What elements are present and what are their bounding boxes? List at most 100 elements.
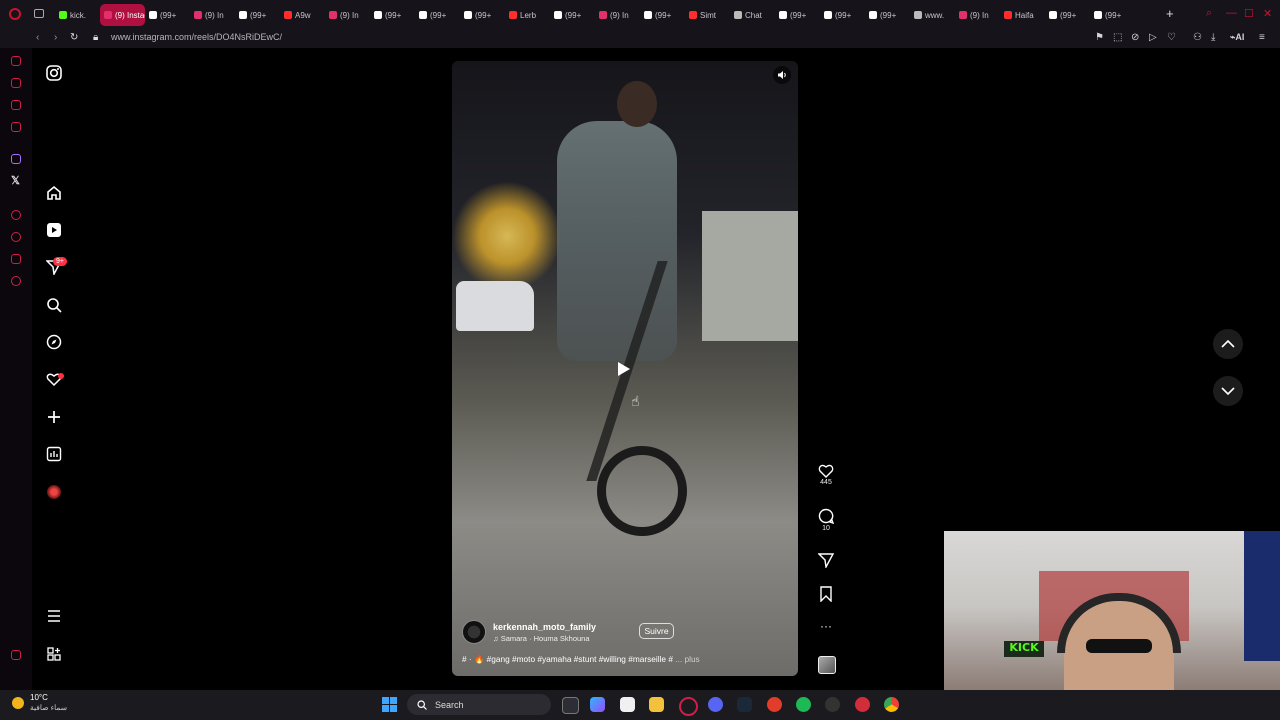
- tab-favicon-icon: [1094, 11, 1102, 19]
- kick-sign: KICK: [1004, 641, 1044, 657]
- browser-tab[interactable]: (99+: [370, 4, 415, 26]
- browser-tab[interactable]: Chat: [730, 4, 775, 26]
- browser-tab[interactable]: (9) In: [595, 4, 640, 26]
- close-icon[interactable]: ✕: [1263, 7, 1272, 20]
- adblock-icon[interactable]: ⊘: [1131, 32, 1139, 43]
- browser-tab[interactable]: (99+: [865, 4, 910, 26]
- author-avatar[interactable]: [462, 620, 486, 644]
- game-launcher-icon[interactable]: [855, 697, 870, 712]
- browser-tab[interactable]: (99+: [820, 4, 865, 26]
- caption-more-link[interactable]: ... plus: [675, 654, 699, 664]
- twitch-icon[interactable]: [11, 154, 21, 164]
- reload-icon[interactable]: ↻: [70, 32, 78, 43]
- taskbar-search[interactable]: Search: [407, 694, 551, 715]
- browser-tab[interactable]: (99+: [775, 4, 820, 26]
- menu-icon[interactable]: [45, 607, 63, 625]
- weather-widget[interactable]: 10°C سماء صافية: [12, 693, 67, 713]
- aria-icon[interactable]: [11, 56, 21, 66]
- explore-icon[interactable]: [45, 333, 63, 351]
- browser-tab[interactable]: (99+: [235, 4, 280, 26]
- player-sidebar-icon[interactable]: [11, 210, 21, 220]
- browser-tab[interactable]: (99+: [145, 4, 190, 26]
- instagram-logo-icon[interactable]: [45, 64, 63, 82]
- tab-label: (9) In: [610, 10, 629, 20]
- browser-tab[interactable]: Simt: [685, 4, 730, 26]
- file-explorer-icon[interactable]: [649, 697, 664, 712]
- more-apps-icon[interactable]: [45, 645, 63, 663]
- snapshot-icon[interactable]: ⬚: [1113, 32, 1122, 43]
- browser-tab[interactable]: (99+: [550, 4, 595, 26]
- browser-tab[interactable]: kick.: [55, 4, 100, 26]
- new-tab-icon[interactable]: +: [1166, 6, 1174, 21]
- start-button[interactable]: [382, 697, 397, 712]
- dashboard-icon[interactable]: [45, 445, 63, 463]
- search-tabs-icon[interactable]: ⌕: [1206, 7, 1212, 20]
- back-icon[interactable]: ‹: [36, 32, 39, 43]
- like-button[interactable]: 445: [814, 463, 838, 486]
- browser-tab[interactable]: Lerb: [505, 4, 550, 26]
- comment-button[interactable]: 10: [814, 508, 838, 532]
- browser-tab[interactable]: Haifa: [1000, 4, 1045, 26]
- minimize-icon[interactable]: —: [1226, 7, 1237, 19]
- chrome-icon[interactable]: [884, 697, 899, 712]
- maximize-icon[interactable]: ☐: [1244, 7, 1254, 20]
- task-view-icon[interactable]: [562, 697, 579, 714]
- browser-tab[interactable]: (9) In: [190, 4, 235, 26]
- settings-icon[interactable]: [11, 276, 21, 286]
- browser-tab[interactable]: (99+: [415, 4, 460, 26]
- browser-tab[interactable]: www.: [910, 4, 955, 26]
- workspace-icon[interactable]: [11, 78, 21, 88]
- more-options-icon[interactable]: ···: [814, 620, 838, 632]
- save-button[interactable]: [814, 586, 838, 602]
- create-icon[interactable]: [45, 408, 63, 426]
- previous-reel-button[interactable]: [1213, 329, 1243, 359]
- spotify-icon[interactable]: [796, 697, 811, 712]
- browser-tab[interactable]: (99+: [640, 4, 685, 26]
- forward-icon[interactable]: ›: [54, 32, 57, 43]
- profile-avatar[interactable]: [45, 483, 63, 501]
- x-icon[interactable]: 𝕏: [11, 174, 20, 187]
- url-field[interactable]: www.instagram.com/reels/DO4NsRiDEwC/: [111, 32, 282, 42]
- search-icon[interactable]: [45, 296, 63, 314]
- browser-menu-icon[interactable]: ≡: [1259, 32, 1265, 43]
- browser-tab[interactable]: (99+: [460, 4, 505, 26]
- copilot-icon[interactable]: [590, 697, 605, 712]
- browser-tab[interactable]: (9) Instag: [100, 4, 145, 26]
- store-icon[interactable]: [620, 697, 635, 712]
- app-icon[interactable]: [767, 697, 782, 712]
- play-icon[interactable]: [612, 358, 636, 380]
- history-icon[interactable]: [11, 232, 21, 242]
- author-username[interactable]: kerkennah_moto_family: [493, 622, 596, 632]
- messenger-icon[interactable]: [11, 100, 21, 110]
- whatsapp-icon[interactable]: [11, 122, 21, 132]
- account-icon[interactable]: ⚇: [1193, 32, 1202, 43]
- browser-tab[interactable]: A9w: [280, 4, 325, 26]
- player-icon[interactable]: ▷: [1149, 32, 1157, 43]
- follow-button[interactable]: Suivre: [639, 623, 674, 639]
- next-reel-button[interactable]: [1213, 376, 1243, 406]
- pinboard-icon[interactable]: [11, 254, 21, 264]
- obs-icon[interactable]: [825, 697, 840, 712]
- browser-tab[interactable]: (99+: [1045, 4, 1090, 26]
- browser-tab[interactable]: (9) In: [325, 4, 370, 26]
- audio-track[interactable]: ♫ Samara · Houma Skhouna: [493, 634, 596, 643]
- opera-taskbar-icon[interactable]: [679, 697, 698, 716]
- ai-button[interactable]: ⌁AI: [1230, 32, 1244, 43]
- audio-thumbnail[interactable]: [818, 656, 836, 674]
- tab-label: (99+: [385, 10, 402, 20]
- home-icon[interactable]: [45, 184, 63, 202]
- share-button[interactable]: [814, 552, 838, 568]
- pin-icon[interactable]: ⚑: [1095, 32, 1104, 43]
- tab-label: (99+: [430, 10, 447, 20]
- discord-icon[interactable]: [708, 697, 723, 712]
- extensions-icon[interactable]: [11, 650, 21, 660]
- favorite-icon[interactable]: ♡: [1167, 32, 1176, 43]
- browser-tab[interactable]: (9) In: [955, 4, 1000, 26]
- reels-icon[interactable]: [45, 221, 63, 239]
- browser-tab[interactable]: (99+: [1090, 4, 1135, 26]
- steam-icon[interactable]: [737, 697, 752, 712]
- tab-overview-icon[interactable]: [34, 9, 44, 18]
- download-icon[interactable]: ⤓: [1211, 32, 1215, 43]
- opera-logo-icon[interactable]: [9, 8, 21, 20]
- sound-toggle-icon[interactable]: [773, 66, 791, 84]
